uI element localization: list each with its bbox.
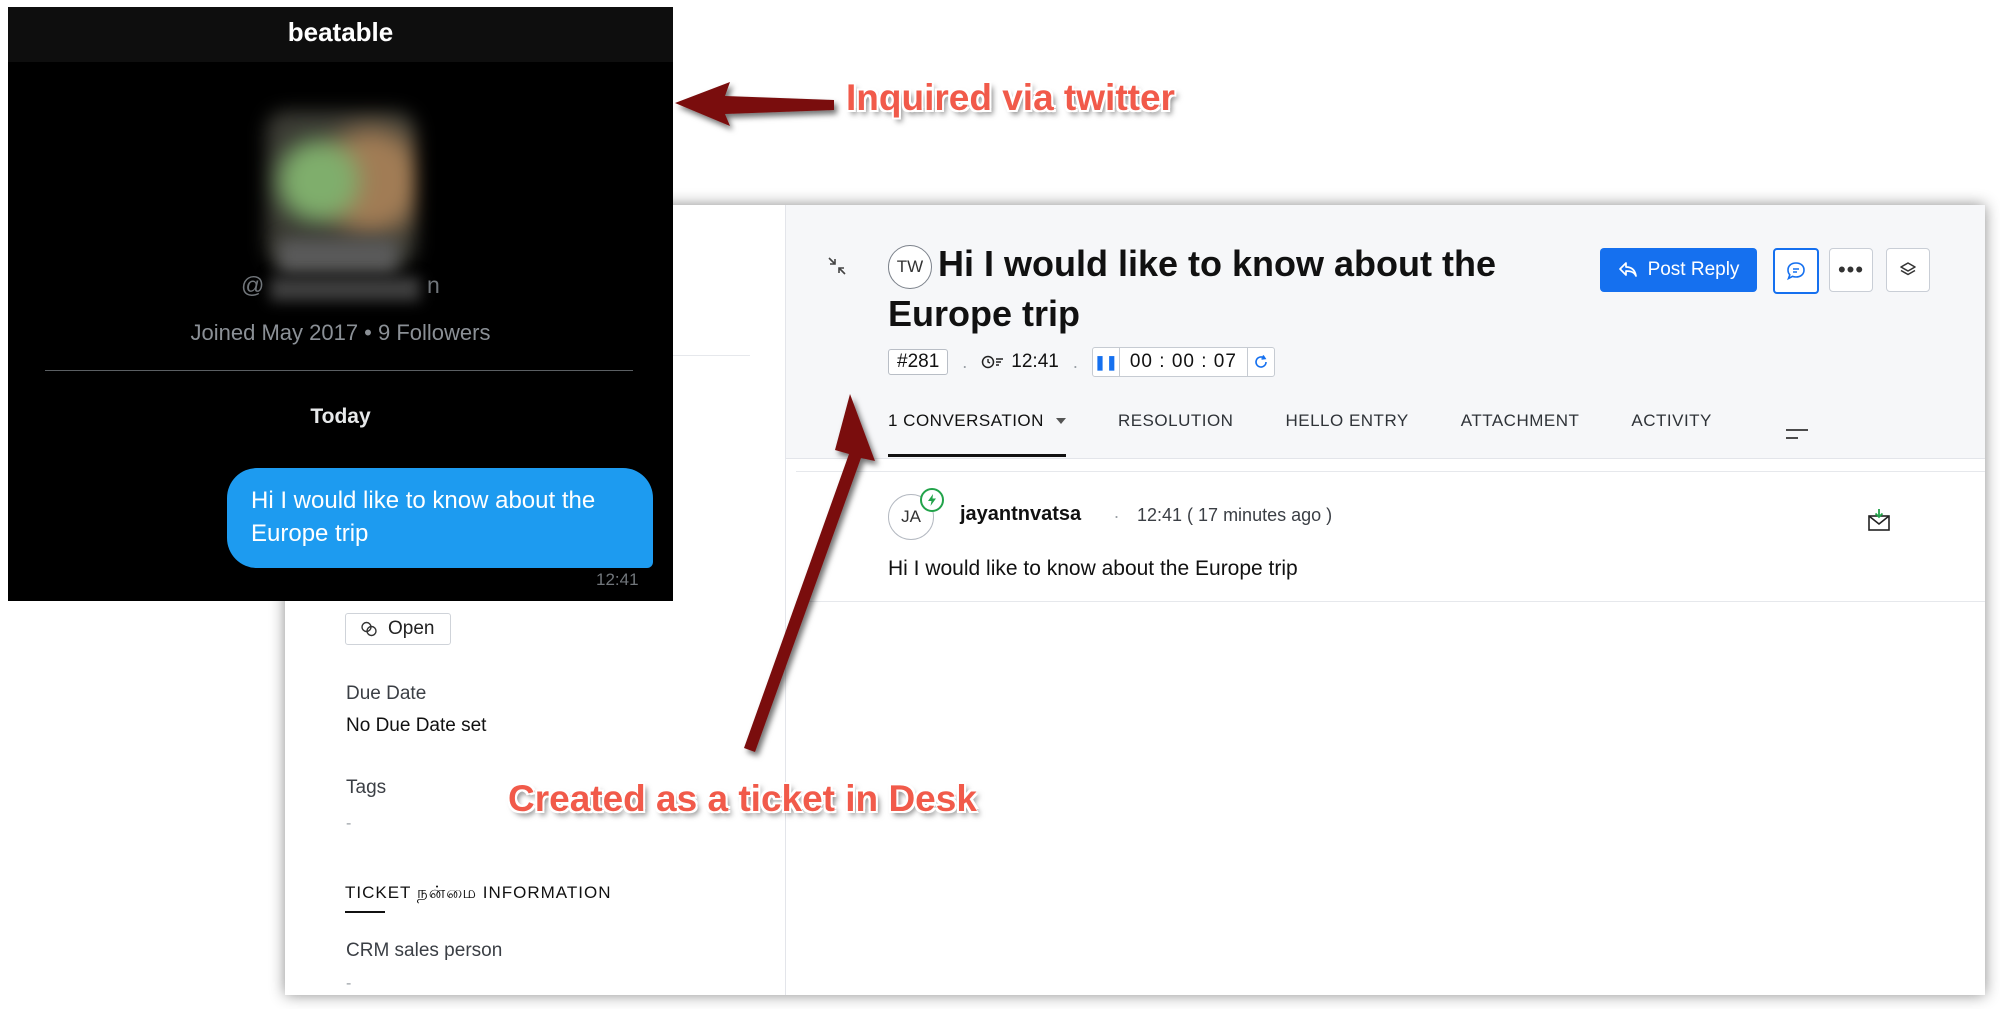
created-time: 12:41 xyxy=(981,351,1059,373)
ticket-id[interactable]: #281 xyxy=(888,349,949,375)
day-separator: Today xyxy=(310,405,371,428)
ticket-detail-pane: Hi I would like to know about the Europe… xyxy=(786,205,1985,995)
annotation-desk: Created as a ticket in Desk xyxy=(508,778,977,819)
timer-value: 00 : 00 : 07 xyxy=(1118,348,1248,376)
status-icon xyxy=(361,621,377,637)
layers-button[interactable] xyxy=(1886,248,1930,292)
status-value: Open xyxy=(388,618,435,639)
comment-button[interactable] xyxy=(1773,248,1819,294)
collapse-icon[interactable] xyxy=(826,255,848,277)
reply-icon xyxy=(1618,262,1637,277)
conversation-thread[interactable]: JA jayantnvatsa . 12:41 ( 17 minutes ago… xyxy=(796,471,1985,602)
crm-sales-person-label: CRM sales person xyxy=(346,940,503,961)
crm-sales-person-value[interactable]: - xyxy=(346,975,351,993)
tags-value[interactable]: - xyxy=(346,815,351,833)
ellipsis-icon: ••• xyxy=(1837,257,1865,282)
due-date-label: Due Date xyxy=(346,683,427,704)
comment-icon xyxy=(1787,262,1805,281)
tab-menu-icon[interactable] xyxy=(1786,427,1808,441)
tags-label: Tags xyxy=(346,777,387,798)
twitter-display-name: beatable xyxy=(287,17,394,47)
tab-conversation[interactable]: 1 CONVERSATION xyxy=(888,411,1066,457)
conversation-time: 12:41 ( 17 minutes ago ) xyxy=(1137,505,1333,525)
blurred-handle xyxy=(270,277,420,301)
lightning-icon xyxy=(920,488,944,512)
mail-received-icon[interactable] xyxy=(1866,507,1892,533)
twitter-handle-prefix: @ xyxy=(241,272,265,298)
twitter-handle-suffix: n xyxy=(427,272,440,298)
twitter-dm-panel: beatable @ n Joined May 2017 • 9 Followe… xyxy=(8,7,673,601)
post-reply-label: Post Reply xyxy=(1647,259,1740,280)
ticket-timer: ❚❚ 00 : 00 : 07 xyxy=(1091,347,1275,377)
tab-resolution[interactable]: RESOLUTION xyxy=(1118,411,1234,457)
chevron-down-icon[interactable] xyxy=(1055,418,1066,424)
more-options-button[interactable]: ••• xyxy=(1829,248,1873,292)
annotation-twitter: Inquired via twitter xyxy=(846,77,1175,118)
tab-attachment[interactable]: ATTACHMENT xyxy=(1461,411,1580,457)
ticket-information-heading: TICKET நன்மை INFORMATION xyxy=(345,883,612,902)
dm-message-bubble: Hi I would like to know about the Europe… xyxy=(227,468,653,568)
clock-icon xyxy=(982,355,1004,369)
pause-icon[interactable]: ❚❚ xyxy=(1093,348,1119,376)
blurred-name xyxy=(278,239,398,273)
layers-icon xyxy=(1900,262,1916,276)
section-underline xyxy=(345,911,385,913)
tab-activity[interactable]: ACTIVITY xyxy=(1631,411,1712,457)
created-time-value: 12:41 xyxy=(1011,351,1059,372)
status-dropdown[interactable]: Open xyxy=(345,613,452,645)
twitter-joined-info: Joined May 2017 • 9 Followers xyxy=(190,320,491,345)
ticket-tabs: 1 CONVERSATION RESOLUTION HELLO ENTRY AT… xyxy=(888,411,1764,457)
ticket-meta: #281 . 12:41 . ❚❚ 00 : 00 : 07 xyxy=(888,347,1275,377)
post-reply-button[interactable]: Post Reply xyxy=(1600,248,1757,292)
reset-icon[interactable] xyxy=(1248,348,1274,376)
dm-message-time: 12:41 xyxy=(596,570,639,589)
arrow-to-twitter xyxy=(675,82,834,126)
ticket-title: Hi I would like to know about the Europe… xyxy=(888,243,1496,334)
divider xyxy=(45,370,633,371)
ticket-header: Hi I would like to know about the Europe… xyxy=(786,205,1985,459)
channel-badge: TW xyxy=(888,245,932,289)
due-date-value[interactable]: No Due Date set xyxy=(346,715,486,737)
conversation-author[interactable]: jayantnvatsa xyxy=(960,503,1081,526)
tab-hello-entry[interactable]: HELLO ENTRY xyxy=(1285,411,1408,457)
conversation-body: Hi I would like to know about the Europe… xyxy=(888,557,1298,580)
